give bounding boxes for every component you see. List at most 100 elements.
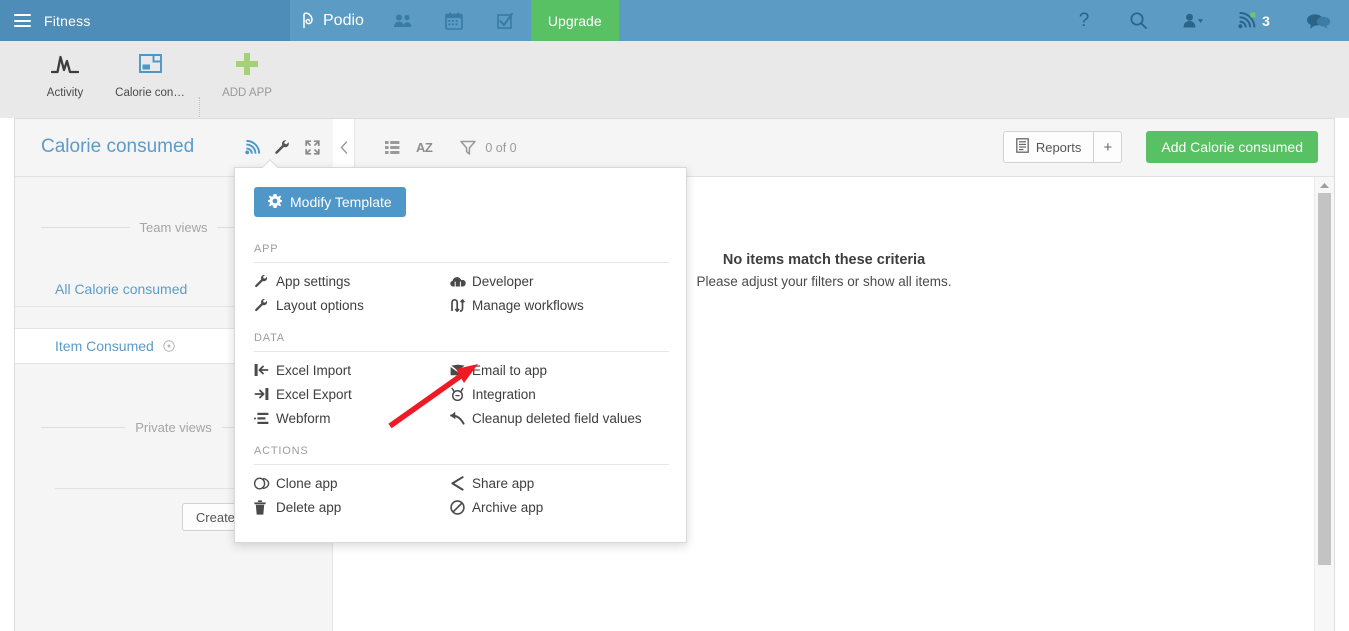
menu-item-email-to-app[interactable]: Email to app — [450, 358, 647, 382]
menu-section-app: APP App settings Layout options Develope… — [235, 232, 688, 321]
top-navigation-bar: Fitness Podio Upgrade ? 3 — [0, 0, 1349, 41]
view-label: All Calorie consumed — [55, 280, 188, 297]
menu-item-label: Excel Import — [276, 362, 352, 378]
menu-item-label: Archive app — [472, 499, 544, 515]
report-icon — [1015, 138, 1029, 156]
account-nav: ? 3 — [1057, 0, 1349, 41]
menu-item-label: Share app — [472, 475, 535, 491]
grid-view-icon[interactable] — [385, 140, 400, 155]
import-icon — [254, 363, 276, 377]
app-window-icon — [137, 49, 164, 79]
chat-icon[interactable] — [1287, 0, 1349, 41]
menu-item-archive-app[interactable]: Archive app — [450, 495, 647, 519]
sort-az-button[interactable]: AZ — [416, 140, 433, 155]
trash-icon — [254, 499, 276, 515]
contacts-icon[interactable] — [378, 0, 429, 41]
section-title: ACTIONS — [254, 445, 309, 457]
menu-item-label: Webform — [276, 410, 331, 426]
app-tile-label: Calorie con… — [115, 87, 185, 99]
cloud-icon — [450, 275, 472, 288]
modify-template-label: Modify Template — [290, 194, 392, 210]
add-app-button[interactable]: ADD APP — [204, 49, 290, 111]
expand-icon[interactable] — [303, 137, 321, 157]
global-nav: Podio Upgrade — [290, 0, 619, 41]
app-settings-menu: Modify Template APP App settings Layout … — [234, 167, 687, 543]
modify-template-button[interactable]: Modify Template — [254, 187, 406, 217]
app-tile-activity[interactable]: Activity — [22, 49, 108, 111]
podio-logo[interactable]: Podio — [290, 0, 378, 41]
app-page: Fitness Podio Upgrade ? 3 Activity Calor… — [0, 0, 1349, 631]
menu-item-excel-export[interactable]: Excel Export — [254, 382, 441, 406]
export-icon — [254, 387, 276, 401]
search-icon[interactable] — [1111, 0, 1165, 41]
menu-item-cleanup-deleted-field-values[interactable]: Cleanup deleted field values — [450, 406, 647, 430]
filter-icon[interactable] — [460, 140, 477, 155]
team-views-label: Team views — [139, 219, 208, 235]
menu-item-label: Email to app — [472, 362, 548, 378]
menu-sections: APP App settings Layout options Develope… — [235, 232, 688, 523]
gear-icon — [268, 193, 282, 211]
wrench-icon — [254, 298, 276, 313]
calendar-icon[interactable] — [429, 0, 480, 41]
menu-item-label: App settings — [276, 273, 351, 289]
add-item-button[interactable]: Add Calorie consumed — [1146, 131, 1318, 163]
menu-item-label: Layout options — [276, 297, 364, 313]
workflow-icon — [450, 298, 472, 313]
podio-mark-icon — [300, 12, 317, 29]
section-title: DATA — [254, 332, 285, 344]
archive-icon — [450, 499, 472, 515]
view-label: Item Consumed — [55, 338, 154, 354]
tasks-icon[interactable] — [480, 0, 531, 41]
undo-icon — [450, 411, 472, 425]
menu-item-label: Manage workflows — [472, 297, 584, 313]
envelope-icon — [450, 364, 472, 376]
menu-item-label: Cleanup deleted field values — [472, 410, 642, 426]
reports-button[interactable]: Reports — [1004, 132, 1094, 162]
notification-count: 3 — [1262, 12, 1270, 29]
menu-item-label: Integration — [472, 386, 536, 402]
menu-item-clone-app[interactable]: Clone app — [254, 471, 441, 495]
hamburger-icon[interactable] — [14, 14, 31, 27]
page-title: Calorie consumed — [41, 136, 195, 157]
circle-dot-icon — [163, 340, 175, 352]
upgrade-button[interactable]: Upgrade — [530, 0, 619, 41]
integration-icon — [450, 387, 472, 402]
plus-icon — [233, 49, 261, 79]
menu-item-layout-options[interactable]: Layout options — [254, 293, 441, 317]
webform-icon — [254, 412, 276, 425]
menu-item-integration[interactable]: Integration — [450, 382, 647, 406]
section-title: APP — [254, 243, 279, 255]
app-tile-calorie-consumed[interactable]: Calorie con… — [107, 49, 193, 111]
menu-item-app-settings[interactable]: App settings — [254, 269, 441, 293]
user-menu-icon[interactable] — [1165, 0, 1221, 41]
menu-item-label: Clone app — [276, 475, 338, 491]
brand-label: Podio — [323, 11, 364, 29]
private-views-label: Private views — [135, 419, 212, 435]
app-bar: Activity Calorie con… ADD APP — [0, 41, 1349, 135]
menu-item-manage-workflows[interactable]: Manage workflows — [450, 293, 647, 317]
activity-feed-icon[interactable]: 3 — [1221, 0, 1287, 41]
app-header-icons — [243, 137, 321, 157]
org-name[interactable]: Fitness — [44, 13, 91, 29]
menu-item-delete-app[interactable]: Delete app — [254, 495, 441, 519]
scroll-up-icon[interactable] — [1315, 177, 1334, 193]
reports-group: Reports + — [1002, 131, 1123, 163]
help-icon[interactable]: ? — [1057, 0, 1111, 41]
app-tile-label: ADD APP — [222, 87, 272, 99]
menu-section-actions: ACTIONS Clone app Delete app Share app A… — [235, 434, 688, 523]
menu-item-webform[interactable]: Webform — [254, 406, 441, 430]
wrench-icon[interactable] — [273, 137, 291, 157]
menu-item-developer[interactable]: Developer — [450, 269, 647, 293]
wrench-icon — [254, 274, 276, 289]
menu-item-label: Excel Export — [276, 386, 352, 402]
menu-section-data: DATA Excel Import Excel Export Webform E… — [235, 321, 688, 434]
menu-item-excel-import[interactable]: Excel Import — [254, 358, 441, 382]
add-report-button[interactable]: + — [1093, 132, 1121, 162]
rss-icon[interactable] — [243, 137, 261, 157]
item-count: 0 of 0 — [485, 140, 517, 155]
reports-label: Reports — [1035, 139, 1082, 155]
share-icon — [450, 475, 472, 491]
scrollbar-thumb[interactable] — [1318, 193, 1331, 565]
menu-item-share-app[interactable]: Share app — [450, 471, 647, 495]
vertical-scrollbar[interactable] — [1314, 177, 1334, 631]
